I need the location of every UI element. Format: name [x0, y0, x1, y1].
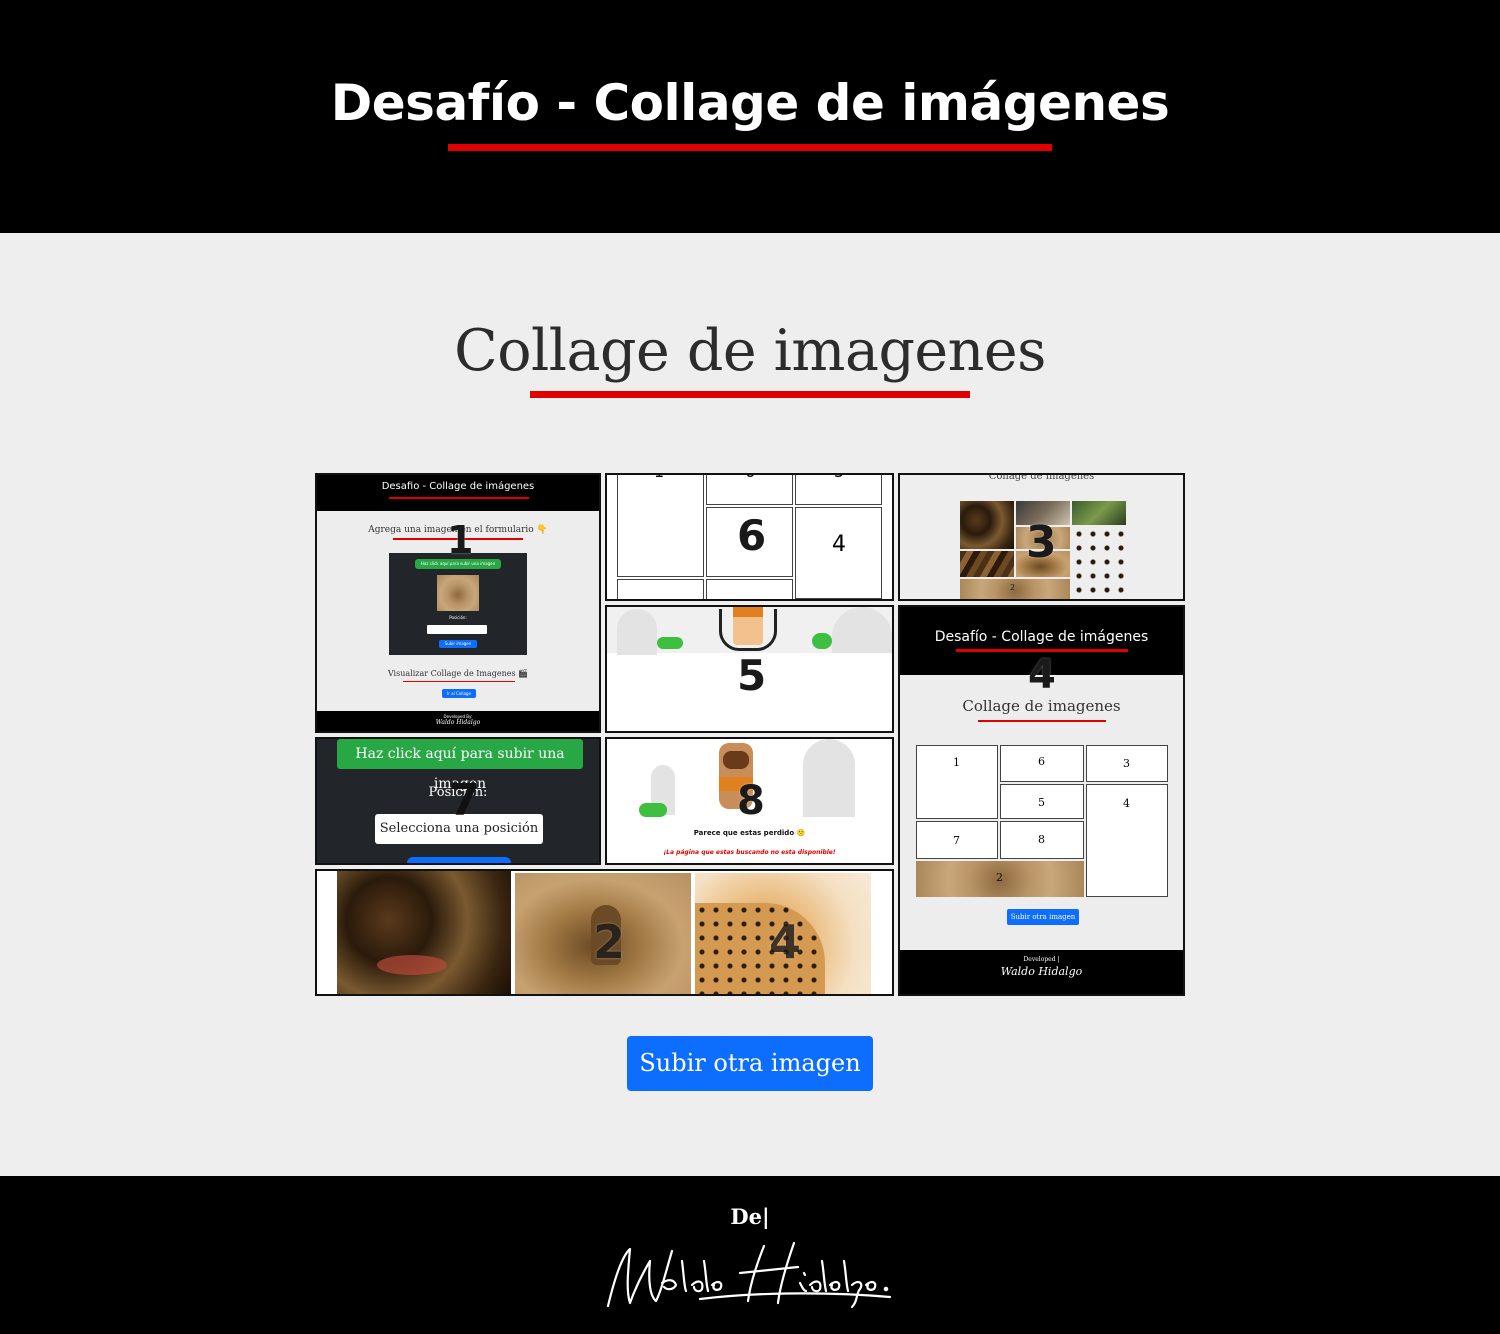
grid-number: 4: [1123, 797, 1130, 810]
mini-form: Haz click aquí para subir una imagen Pos…: [389, 553, 527, 655]
mini-footer: Developed | Waldo Hidalgo: [900, 950, 1183, 994]
mini-rope: [719, 609, 777, 651]
tile-number: 7: [449, 775, 480, 826]
mini-bush: [812, 633, 832, 649]
collage-tile-1[interactable]: Desafio - Collage de imágenes Agrega una…: [315, 473, 601, 733]
photo-cat: [337, 871, 511, 994]
mini-header: Desafio - Collage de imágenes: [317, 475, 599, 511]
mini-photo-cat2: [960, 551, 1014, 577]
mini-code: 11: [737, 605, 754, 615]
grid-cell: 1: [916, 745, 998, 819]
grid-cell: [706, 579, 793, 599]
grid-photo-lion: 2: [916, 861, 1084, 897]
mini-underline: [389, 497, 529, 499]
mini-collage-button: Ir al Collage: [442, 689, 476, 698]
photo-cheetah-head: [695, 903, 825, 994]
grid-cell: 6: [1000, 745, 1084, 782]
grid-number: 6: [745, 475, 755, 481]
mini-signature: Waldo Hidalgo: [435, 719, 481, 726]
collage-tile-6[interactable]: 1 6 5 4 6: [605, 473, 894, 601]
mini-lost-text: Parece que estas perdido 🙁: [693, 829, 806, 837]
site-header: Desafío - Collage de imágenes: [0, 0, 1500, 233]
title-underline: [448, 144, 1052, 151]
mini-footer: Developed By: Waldo Hidalgo: [317, 711, 599, 731]
grid-cell: 6: [706, 475, 793, 505]
grid-number: 2: [996, 871, 1003, 884]
grid-cell: 3: [1086, 745, 1168, 782]
tile-number: 1: [447, 518, 474, 562]
tile-number: 5: [737, 651, 767, 700]
page-title: Collage de imagenes: [454, 318, 1046, 384]
grid-number: 7: [953, 834, 960, 847]
grid-cell: 5: [795, 475, 882, 505]
grid-number: 8: [1038, 833, 1045, 846]
mini-photo-cat: [960, 501, 1014, 549]
mini-error-text: ¡La página que estas buscando no esta di…: [663, 849, 836, 856]
collage-tile-8[interactable]: Parece que estas perdido 🙁 ¡La página qu…: [605, 737, 894, 865]
tile-number: 2: [593, 915, 626, 969]
mini-position-label: Posición:: [449, 615, 467, 620]
mini-select: [427, 625, 487, 634]
photo-cheetah: 4: [695, 873, 871, 994]
collage-tile-2[interactable]: 2 4: [315, 869, 894, 996]
tile-number: 4: [769, 915, 802, 969]
grid-number: 4: [832, 532, 846, 557]
mini-submit-button: [407, 857, 511, 863]
mini-bush: [639, 803, 667, 817]
grid-number: 3: [1123, 757, 1130, 770]
mini-rock: [617, 609, 657, 655]
photo-meerkat: 2: [515, 873, 691, 994]
collage-tile-4[interactable]: Desafío - Collage de imágenes Collage de…: [898, 605, 1185, 996]
mini-underline: [403, 681, 515, 682]
grid-number: 6: [1038, 755, 1045, 768]
mini-photo-lion: 2: [960, 579, 1070, 599]
grid-number: 1: [953, 756, 960, 769]
mini-rock: [803, 739, 855, 817]
collage-tile-3[interactable]: Collage de imagenes 2 3: [898, 473, 1185, 601]
grid-cell: 5: [1000, 784, 1084, 819]
tile-number: 3: [1026, 517, 1057, 568]
grid-number: 5: [1038, 796, 1045, 809]
mini-header-title: Desafío - Collage de imágenes: [934, 629, 1149, 645]
photo-detail: [377, 955, 447, 975]
mini-heading: Collage de imagenes: [962, 697, 1121, 715]
page-title-underline: [530, 391, 970, 398]
site-title: Desafío - Collage de imágenes: [330, 74, 1170, 132]
grid-cell: 4: [1086, 784, 1168, 897]
site-footer: De|: [0, 1176, 1500, 1334]
mini-header-title: Desafio - Collage de imágenes: [381, 481, 535, 492]
mini-upload-button: Subir otra imagen: [1007, 909, 1079, 925]
signature-logo: [606, 1241, 892, 1309]
mini-photo-nature: [1072, 501, 1126, 525]
grid-cell: [617, 579, 704, 599]
mini-view-heading: Visualizar Collage de Imagenes 🎬: [387, 669, 529, 678]
mini-bush: [657, 637, 683, 649]
tile-number: 6: [737, 511, 767, 560]
grid-cell: 4: [795, 507, 882, 599]
grid-cell: 8: [1000, 821, 1084, 859]
mini-underline: [978, 720, 1106, 722]
upload-another-image-button[interactable]: Subir otra imagen: [627, 1036, 873, 1091]
collage-tile-7[interactable]: Haz click aquí para subir una imagen Pos…: [315, 737, 601, 865]
grid-number: 1: [654, 475, 664, 481]
mini-dev-label: Developed By:: [443, 714, 473, 719]
mini-caveman-hair: [723, 751, 749, 769]
grid-cell: 1: [617, 475, 704, 577]
tile-number: 8: [737, 778, 765, 824]
grid-cell: 7: [916, 821, 998, 859]
mini-submit-button: Subir imagen: [439, 640, 477, 648]
mini-upload-button: Haz click aquí para subir una imagen: [337, 739, 583, 792]
developed-label: De|: [730, 1204, 770, 1229]
mini-number: 2: [1010, 583, 1016, 592]
mini-photo: [437, 575, 479, 611]
grid-number: 5: [834, 475, 844, 481]
collage-tile-5[interactable]: 11 5: [605, 605, 894, 733]
mini-dev-label: Developed |: [1023, 956, 1060, 963]
mini-signature: Waldo Hidalgo: [1000, 965, 1083, 978]
tile-number: 4: [1028, 652, 1056, 698]
mini-heading: Collage de imagenes: [988, 473, 1095, 482]
mini-photo-cheetah: [1072, 527, 1126, 599]
